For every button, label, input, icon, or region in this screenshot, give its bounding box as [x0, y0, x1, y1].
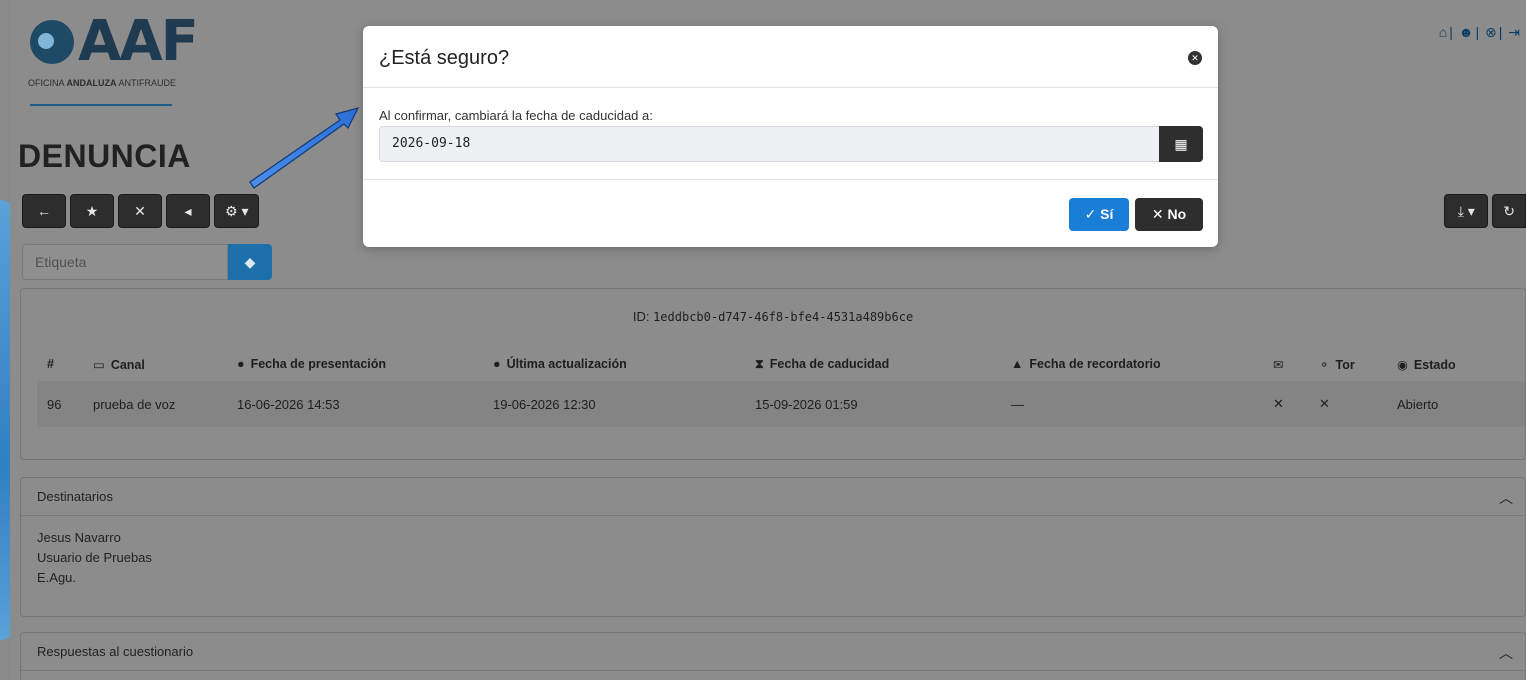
recipients-list: Jesus Navarro Usuario de Pruebas E.Agu. — [21, 516, 1525, 600]
action-toolbar: ← ★ ✕ ◂ ⚙ ▾ — [22, 194, 260, 228]
logo-circle — [30, 20, 74, 64]
calendar-icon: ▦ — [1174, 135, 1188, 152]
col-fecha-caducidad: ⧗ Fecha de caducidad — [755, 356, 890, 371]
tag-input[interactable]: Etiqueta — [22, 244, 228, 280]
download-dropdown-button[interactable]: ⤓ ▾ — [1444, 194, 1489, 228]
clock-icon: ● — [493, 357, 501, 371]
add-tag-button[interactable]: ◆ — [228, 244, 272, 280]
top-nav-icons: ⌂ | ☻ | ⊗ | ⇥ — [1438, 24, 1520, 40]
logo-subtitle: OFICINA ANDALUZA ANTIFRAUDE — [28, 78, 177, 88]
list-item: Usuario de Pruebas — [37, 550, 152, 565]
logout-icon[interactable]: ⇥ — [1508, 24, 1520, 40]
complaint-summary-card: ID: 1eddbcb0-d747-46f8-bfe4-4531a489b6ce… — [20, 288, 1526, 460]
complaint-table: # ▭ Canal ● Fecha de presentación ● Última … — [37, 347, 1525, 427]
bell-icon: ▲ — [1011, 357, 1024, 371]
star-icon: ★ — [85, 202, 99, 219]
col-mail: ✉ — [1273, 357, 1319, 372]
user-icon[interactable]: ☻ — [1459, 24, 1474, 40]
inbox-icon: ▭ — [93, 357, 105, 372]
aaf-logo[interactable]: AAF OFICINA ANDALUZA ANTIFRAUDE — [28, 8, 228, 106]
dialog-header: ¿Está seguro? ✕ — [363, 26, 1218, 88]
back-button[interactable]: ← — [22, 194, 66, 228]
dialog-footer: ✓ Sí ✕ No — [363, 180, 1218, 246]
dialog-body: Al confirmar, cambiará la fecha de caduc… — [363, 88, 1218, 180]
complaint-id: ID: 1eddbcb0-d747-46f8-bfe4-4531a489b6ce — [632, 309, 914, 324]
col-tor: ⚬ Tor — [1319, 357, 1355, 372]
confirm-yes-button[interactable]: ✓ Sí — [1069, 198, 1129, 231]
table-row[interactable]: 96 prueba de voz 16-06-2026 14:53 19-06-… — [37, 381, 1525, 427]
chevron-up-icon[interactable]: ︿ — [1499, 643, 1513, 663]
col-fecha-recordatorio: ▲ Fecha de recordatorio — [1011, 357, 1161, 371]
gear-icon: ⚙ ▾ — [225, 202, 249, 219]
list-item: E.Agu. — [37, 570, 77, 585]
close-icon[interactable]: ✕ — [1188, 51, 1202, 65]
col-canal: ▭ Canal — [93, 357, 145, 372]
tag-icon: ◆ — [244, 253, 256, 270]
clock-icon: ● — [237, 357, 245, 371]
annotation-arrow — [249, 107, 360, 189]
logo-letters: AAF — [78, 9, 199, 74]
envelope-slash-icon: ✉ — [1273, 357, 1284, 372]
confirm-dialog: ¿Está seguro? ✕ Al confirmar, cambiará l… — [363, 26, 1218, 247]
volume-icon: ◂ — [184, 202, 192, 219]
recipients-card: Destinatarios ︿ Jesus Navarro Usuario de… — [20, 477, 1526, 617]
download-icon: ⤓ ▾ — [1457, 202, 1475, 219]
col-ultima-actualizacion: ● Última actualización — [493, 357, 627, 371]
confirm-no-button[interactable]: ✕ No — [1135, 198, 1203, 231]
network-icon: ⚬ — [1319, 357, 1330, 372]
table-header-row: # ▭ Canal ● Fecha de presentación ● Última … — [37, 347, 1525, 381]
dialog-title: ¿Está seguro? — [379, 47, 510, 69]
col-estado: ◉ Estado — [1397, 357, 1456, 372]
hourglass-icon: ⧗ — [755, 356, 764, 371]
expiry-date-input[interactable]: 2026-09-18 — [379, 126, 1160, 162]
favorite-button[interactable]: ★ — [70, 194, 114, 228]
arrow-left-icon: ← — [37, 203, 51, 219]
chevron-up-icon[interactable]: ︿ — [1499, 488, 1513, 508]
refresh-button[interactable]: ↻ — [1492, 194, 1526, 228]
list-item: Jesus Navarro — [37, 530, 121, 545]
refresh-icon: ↻ — [1503, 202, 1515, 219]
help-icon[interactable]: ⊗ — [1485, 24, 1497, 40]
tag-input-group: Etiqueta ◆ — [22, 244, 272, 280]
dialog-message: Al confirmar, cambiará la fecha de caduc… — [379, 108, 653, 123]
page-title: DENUNCIA — [18, 138, 191, 174]
col-number: # — [47, 357, 54, 371]
circle-dot-icon: ◉ — [1397, 357, 1408, 372]
questionnaire-card: Respuestas al cuestionario ︿ — [20, 632, 1526, 680]
home-icon[interactable]: ⌂ — [1439, 24, 1447, 40]
questionnaire-header[interactable]: Respuestas al cuestionario ︿ — [21, 633, 1525, 671]
audio-button[interactable]: ◂ — [166, 194, 210, 228]
right-toolbar: ⤓ ▾ ↻ — [1444, 194, 1526, 228]
logo-underline — [30, 104, 172, 106]
calendar-button[interactable]: ▦ — [1159, 126, 1203, 162]
settings-dropdown-button[interactable]: ⚙ ▾ — [214, 194, 260, 228]
recipients-header[interactable]: Destinatarios ︿ — [21, 478, 1525, 516]
mute-notifications-button[interactable]: ✕ — [118, 194, 162, 228]
bell-slash-icon: ✕ — [134, 202, 146, 219]
col-fecha-presentacion: ● Fecha de presentación — [237, 357, 387, 371]
